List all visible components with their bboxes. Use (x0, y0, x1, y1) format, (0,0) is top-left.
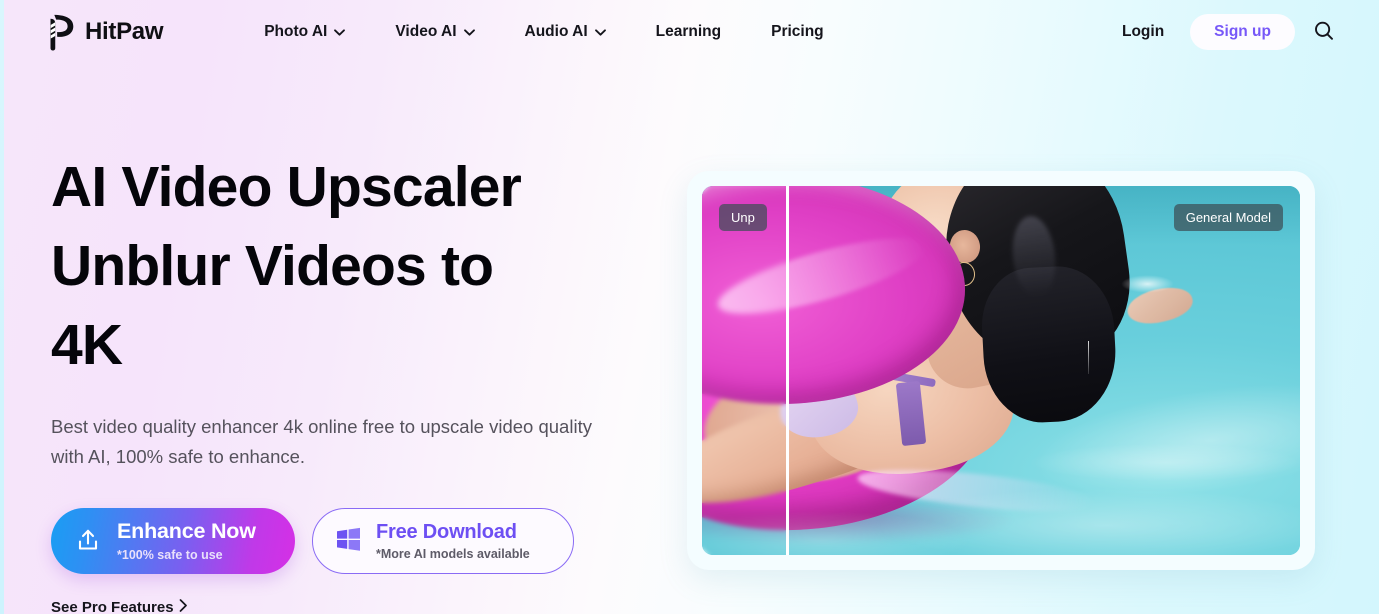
page-root: HitPaw Photo AI Video AI Audio AI Learni… (0, 0, 1379, 614)
signup-button[interactable]: Sign up (1190, 14, 1295, 50)
upload-icon (73, 525, 103, 558)
chevron-right-icon (179, 599, 188, 614)
header-actions: Login Sign up (1106, 0, 1337, 64)
login-link[interactable]: Login (1106, 15, 1180, 49)
page-title: AI Video Upscaler Unblur Videos to 4K (51, 148, 581, 385)
chevron-down-icon (463, 28, 475, 36)
nav-label: Audio AI (524, 23, 588, 40)
nav-item-photo-ai[interactable]: Photo AI (239, 15, 370, 49)
free-download-sublabel: *More AI models available (376, 546, 530, 561)
main-navigation: Photo AI Video AI Audio AI Learning Pric… (239, 15, 848, 49)
pool-scene-image (702, 186, 1300, 555)
brand-name: HitPaw (85, 18, 164, 45)
hero-content: AI Video Upscaler Unblur Videos to 4K Be… (51, 148, 651, 614)
enhance-now-labels: Enhance Now *100% safe to use (117, 519, 256, 562)
search-button[interactable] (1311, 19, 1337, 45)
see-pro-features-label: See Pro Features (51, 599, 174, 614)
nav-label: Photo AI (264, 23, 328, 40)
enhance-now-label: Enhance Now (117, 519, 256, 543)
nav-item-pricing[interactable]: Pricing (746, 15, 849, 49)
video-preview-frame: Unp General Model (687, 171, 1315, 570)
see-pro-features-link[interactable]: See Pro Features (51, 599, 188, 614)
unprocessed-blur-overlay (702, 186, 786, 555)
nav-label: Video AI (395, 23, 457, 40)
nav-label: Pricing (771, 23, 824, 40)
video-preview-player[interactable]: Unp General Model (702, 186, 1300, 555)
nav-item-learning[interactable]: Learning (631, 15, 746, 49)
hero-subtitle: Best video quality enhancer 4k online fr… (51, 416, 592, 467)
badge-unprocessed: Unp (719, 204, 767, 231)
nav-label: Learning (655, 23, 722, 40)
chevron-down-icon (334, 28, 346, 36)
search-icon (1313, 20, 1335, 45)
hitpaw-paw-p-logo-icon (44, 13, 76, 51)
title-line-1: AI Video Upscaler (51, 155, 522, 219)
brand-logo[interactable]: HitPaw (44, 13, 164, 51)
nav-item-video-ai[interactable]: Video AI (370, 15, 499, 49)
enhance-now-sublabel: *100% safe to use (117, 547, 223, 562)
free-download-labels: Free Download *More AI models available (376, 522, 530, 561)
badge-general-model: General Model (1173, 204, 1283, 231)
free-download-label: Free Download (376, 520, 517, 543)
windows-icon (335, 526, 362, 556)
enhance-now-button[interactable]: Enhance Now *100% safe to use (51, 508, 295, 574)
site-header: HitPaw Photo AI Video AI Audio AI Learni… (0, 0, 1379, 64)
title-line-2: Unblur Videos to (51, 234, 494, 298)
title-line-3: 4K (51, 313, 123, 377)
nav-item-audio-ai[interactable]: Audio AI (500, 15, 631, 49)
before-after-slider-handle[interactable] (785, 186, 789, 555)
cta-row: Enhance Now *100% safe to use Free Downl… (51, 508, 651, 574)
chevron-down-icon (594, 28, 606, 36)
free-download-button[interactable]: Free Download *More AI models available (312, 508, 574, 574)
